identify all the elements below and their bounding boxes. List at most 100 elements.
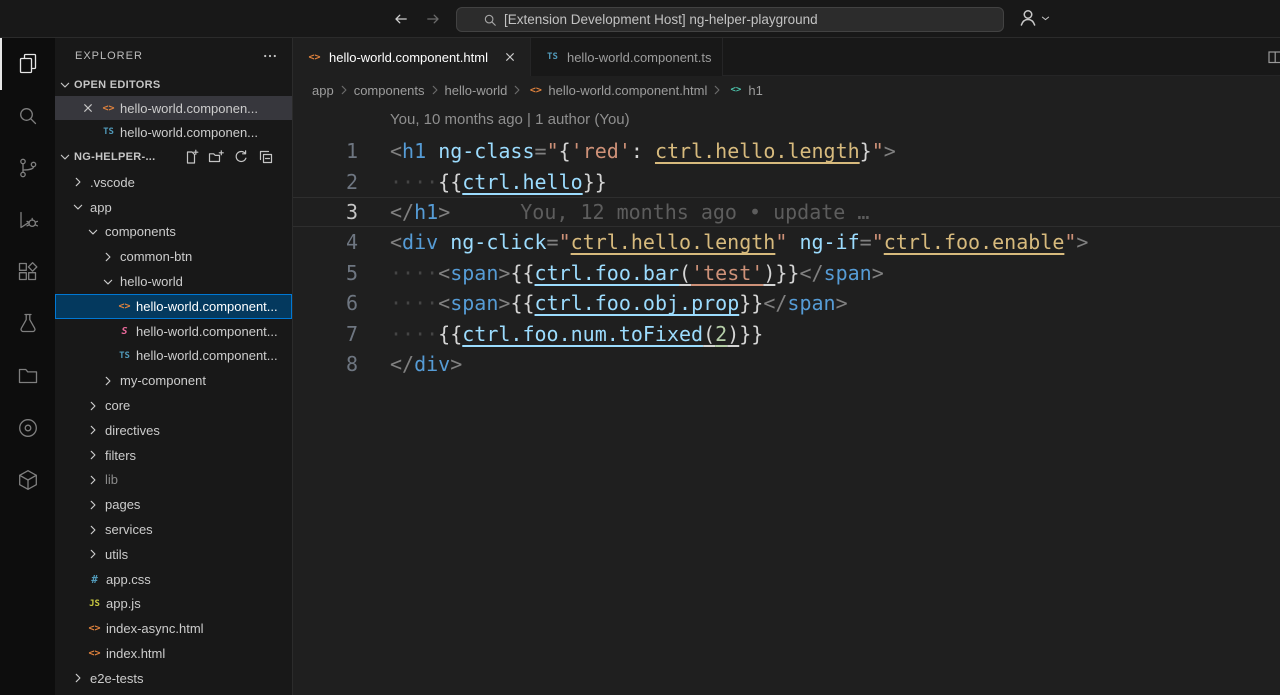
code-line[interactable]: 3 </h1> You, 12 months ago • update … <box>293 197 1280 227</box>
tree-file-item[interactable]: TS hello-world.component... <box>55 344 292 369</box>
code-token: ng-if <box>799 230 860 255</box>
nav-arrows <box>388 7 446 31</box>
code-line[interactable]: 8 </div> <box>293 349 1280 379</box>
package-icon[interactable] <box>0 454 55 506</box>
split-editor-icon[interactable] <box>1267 49 1280 65</box>
code-token: ( <box>679 260 692 285</box>
line-number: 3 <box>345 199 358 224</box>
line-number: 2 <box>345 169 358 194</box>
code-token: < <box>390 139 403 164</box>
tree-file-item[interactable]: <> index.html <box>55 641 292 666</box>
search-icon[interactable] <box>0 90 55 142</box>
refresh-icon[interactable] <box>233 149 249 165</box>
command-center-search[interactable]: [Extension Development Host] ng-helper-p… <box>456 7 1004 32</box>
css-file-icon: # <box>91 572 98 586</box>
code-line[interactable]: 1 <h1 ng-class="{'red': ctrl.hello.length… <box>293 136 1280 166</box>
code-token: > <box>450 351 463 376</box>
sidebar-title-row: EXPLORER <box>55 38 292 73</box>
explorer-icon[interactable] <box>0 38 55 90</box>
tree-folder-item[interactable]: directives <box>55 418 292 443</box>
open-editors-header[interactable]: OPEN EDITORS <box>55 73 292 96</box>
folder-section-header[interactable]: NG-HELPER-... <box>55 144 292 170</box>
open-editor-item[interactable]: <> hello-world.componen... <box>55 96 292 120</box>
sym-file-icon: <> <box>730 85 742 95</box>
html-file-icon: <> <box>308 51 321 63</box>
more-actions-icon[interactable] <box>262 48 278 64</box>
code-line[interactable]: 4 <div ng-click="ctrl.hello.length" ng-if… <box>293 227 1280 257</box>
breadcrumb-item[interactable]: hello-world <box>445 83 508 98</box>
tree-file-item[interactable]: # app.css <box>55 567 292 592</box>
code-token: ctrl.foo.enable <box>883 230 1065 255</box>
code-token: {{ <box>438 169 463 194</box>
tree-folder-item[interactable]: e2e-tests <box>55 666 292 691</box>
extensions-icon[interactable] <box>0 246 55 298</box>
tree-folder-item[interactable]: common-btn <box>55 244 292 269</box>
file-label: hello-world.component... <box>136 298 278 314</box>
file-tree: .vscode app components common-btn hello-worl… <box>55 170 292 695</box>
open-editors-label: OPEN EDITORS <box>74 78 161 91</box>
tree-folder-item[interactable]: services <box>55 517 292 542</box>
close-icon[interactable] <box>500 47 520 67</box>
breadcrumb-item[interactable]: <> h1 <box>727 83 762 98</box>
new-file-icon[interactable] <box>183 149 199 165</box>
chevron-right-icon <box>510 83 524 97</box>
tree-folder-item[interactable]: core <box>55 393 292 418</box>
file-label: components <box>105 224 176 240</box>
code-line[interactable]: 7 ····{{ctrl.foo.num.toFixed(2)}} <box>293 318 1280 348</box>
folder-view-icon[interactable] <box>0 350 55 402</box>
breadcrumbs: app components hello-world <> hello-world.co… <box>293 76 1280 104</box>
testing-icon[interactable] <box>0 298 55 350</box>
code-line[interactable]: 6 ····<span>{{ctrl.foo.obj.prop}}</span> <box>293 288 1280 318</box>
code-token: > <box>835 291 848 316</box>
breadcrumb-item[interactable]: app <box>312 83 334 98</box>
tree-file-item[interactable]: <> index-async.html <box>55 616 292 641</box>
code-line[interactable]: 2 ····{{ctrl.hello}} <box>293 166 1280 196</box>
codelens-blame[interactable]: You, 10 months ago | 1 author (You) <box>390 111 1280 136</box>
file-label: app.css <box>106 571 151 587</box>
js-file-icon: JS <box>89 598 100 609</box>
run-debug-icon[interactable] <box>0 194 55 246</box>
code-token: 'red' <box>570 139 631 164</box>
tab-bar: <> hello-world.component.html TS hello-worl… <box>293 38 1280 76</box>
code-editor[interactable]: You, 10 months ago | 1 author (You) 1 <h1… <box>293 104 1280 695</box>
forward-arrow-icon[interactable] <box>420 7 446 31</box>
close-icon[interactable] <box>79 99 97 117</box>
open-editor-item[interactable]: TS hello-world.componen... <box>55 120 292 144</box>
file-label: index-async.html <box>106 621 204 637</box>
tree-folder-item[interactable]: components <box>55 220 292 245</box>
tree-folder-item[interactable]: hello-world <box>55 269 292 294</box>
tree-file-item[interactable]: JS app.js <box>55 592 292 617</box>
collapse-all-icon[interactable] <box>258 149 274 165</box>
tree-folder-item[interactable]: lib <box>55 468 292 493</box>
new-folder-icon[interactable] <box>208 149 224 165</box>
code-line[interactable]: 5 ····<span>{{ctrl.foo.bar('test')}}</spa… <box>293 258 1280 288</box>
source-control-icon[interactable] <box>0 142 55 194</box>
editor-tab[interactable]: TS hello-world.component.ts <box>530 38 723 76</box>
editor-tab[interactable]: <> hello-world.component.html <box>293 38 531 76</box>
code-text: ····{{ctrl.foo.num.toFixed(2)}} <box>390 322 763 346</box>
ts-file-icon: TS <box>103 127 114 137</box>
tree-file-item[interactable]: <> hello-world.component... <box>55 293 292 319</box>
tree-folder-item[interactable]: my-component <box>55 368 292 393</box>
tree-file-item[interactable]: Shello-world.component... <box>55 319 292 344</box>
code-text: <div ng-click="ctrl.hello.length" ng-if=… <box>390 230 1088 254</box>
html-file-icon: <> <box>102 102 115 114</box>
accounts-button[interactable] <box>1018 8 1051 28</box>
tree-folder-item[interactable]: app <box>55 195 292 220</box>
back-arrow-icon[interactable] <box>388 7 414 31</box>
breadcrumb-item[interactable]: components <box>354 83 425 98</box>
live-preview-icon[interactable] <box>0 402 55 454</box>
tab-label: hello-world.component.html <box>329 49 488 65</box>
tree-folder-item[interactable]: utils <box>55 542 292 567</box>
code-token: " <box>558 230 571 255</box>
breadcrumb-item[interactable]: <> hello-world.component.html <box>527 83 708 98</box>
tree-folder-item[interactable]: .vscode <box>55 170 292 195</box>
tree-folder-item[interactable]: filters <box>55 443 292 468</box>
chevron-right-icon <box>86 472 102 488</box>
breadcrumb-label: hello-world <box>444 82 508 98</box>
tree-folder-item[interactable]: pages <box>55 492 292 517</box>
html-file-icon: <> <box>118 300 131 312</box>
activity-bar <box>0 38 55 695</box>
